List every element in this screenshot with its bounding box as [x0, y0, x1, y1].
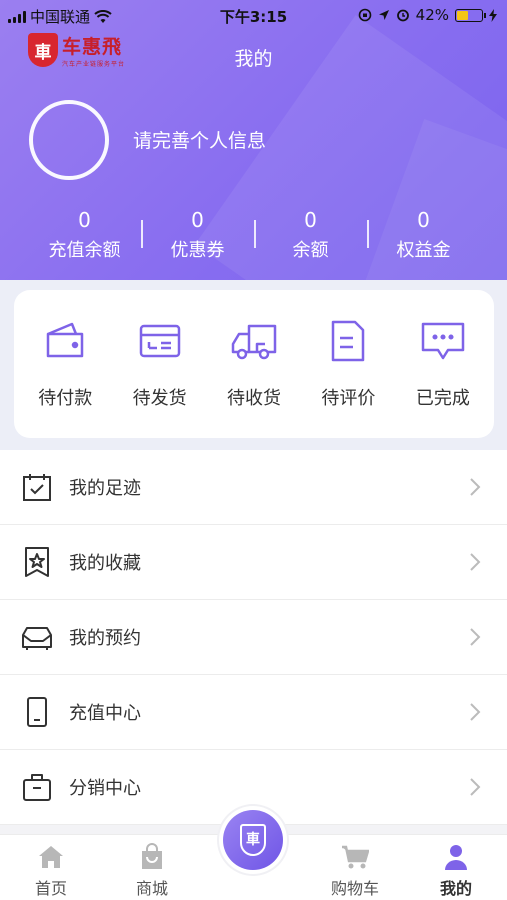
- stat-recharge-balance[interactable]: 0 充值余额: [28, 208, 141, 268]
- phone-icon: [27, 697, 47, 727]
- chevron-right-icon: [470, 478, 481, 496]
- order-completed[interactable]: 已完成: [396, 290, 490, 438]
- stat-label: 优惠券: [170, 240, 225, 261]
- tab-label: 我的: [439, 879, 472, 898]
- center-brand-button[interactable]: [219, 806, 287, 874]
- message-icon: [421, 322, 465, 360]
- stat-label: 权益金: [396, 240, 451, 261]
- order-label: 已完成: [415, 388, 470, 409]
- menu-label: 我的预约: [69, 628, 141, 649]
- tab-mall[interactable]: 商城: [112, 835, 192, 900]
- location-icon: [378, 10, 389, 20]
- menu-item-footprints[interactable]: 我的足迹: [0, 450, 507, 525]
- tab-label: 首页: [34, 879, 67, 898]
- stat-value: 0: [417, 208, 430, 232]
- order-label: 待收货: [227, 388, 282, 409]
- order-label: 待评价: [321, 388, 376, 409]
- menu-label: 充值中心: [69, 703, 141, 724]
- brand-shield-icon: [240, 824, 266, 856]
- alarm-icon: [396, 9, 409, 22]
- avatar[interactable]: [29, 100, 109, 180]
- menu-list: 我的足迹 我的收藏 我的预约 充值中心 分销中心: [0, 450, 507, 825]
- order-label: 待付款: [38, 388, 93, 409]
- stat-label: 充值余额: [48, 240, 121, 261]
- shopping-bag-icon: [142, 843, 162, 869]
- tab-label: 购物车: [330, 879, 379, 898]
- lock-rotation-icon: [358, 8, 371, 22]
- profile-header: 中国联通 下午3:15 42% 车惠飛 汽车产业链服务平台 我的 请完善个人信息…: [0, 0, 507, 280]
- menu-label: 我的收藏: [69, 553, 141, 574]
- battery-icon: [455, 8, 486, 22]
- tab-label: 商城: [135, 879, 168, 898]
- battery-percent: 42%: [415, 6, 449, 24]
- stat-label: 余额: [292, 240, 329, 261]
- account-stats: 0 充值余额 0 优惠券 0 余额 0 权益金: [28, 208, 480, 268]
- order-pending-payment[interactable]: 待付款: [18, 290, 112, 438]
- menu-item-recharge-center[interactable]: 充值中心: [0, 675, 507, 750]
- order-pending-shipment[interactable]: 待发货: [112, 290, 206, 438]
- menu-label: 我的足迹: [69, 478, 141, 499]
- chevron-right-icon: [470, 553, 481, 571]
- briefcase-icon: [23, 774, 51, 801]
- order-pending-review[interactable]: 待评价: [301, 290, 395, 438]
- chevron-right-icon: [470, 628, 481, 646]
- tab-cart[interactable]: 购物车: [315, 835, 395, 900]
- menu-label: 分销中心: [69, 778, 141, 799]
- car-icon: [22, 627, 52, 650]
- order-label: 待发货: [132, 388, 187, 409]
- user-icon: [445, 845, 467, 870]
- order-status-card: 待付款 待发货 待收货 待评价 已完成: [14, 290, 494, 438]
- menu-item-appointments[interactable]: 我的预约: [0, 600, 507, 675]
- stat-value: 0: [304, 208, 317, 232]
- tab-mine[interactable]: 我的: [416, 835, 496, 900]
- cart-icon: [342, 845, 369, 869]
- stat-coupons[interactable]: 0 优惠券: [141, 208, 254, 268]
- stat-balance[interactable]: 0 余额: [254, 208, 367, 268]
- complete-profile-link[interactable]: 请完善个人信息: [133, 126, 266, 153]
- stat-value: 0: [191, 208, 204, 232]
- stat-value: 0: [78, 208, 91, 232]
- chevron-right-icon: [470, 778, 481, 796]
- document-icon: [332, 320, 365, 362]
- order-pending-receipt[interactable]: 待收货: [207, 290, 301, 438]
- charging-icon: [489, 8, 497, 22]
- stat-equity[interactable]: 0 权益金: [367, 208, 480, 268]
- star-bookmark-icon: [25, 547, 49, 577]
- wallet-icon: [46, 322, 84, 358]
- calendar-check-icon: [23, 474, 51, 501]
- home-icon: [39, 846, 63, 868]
- menu-item-favorites[interactable]: 我的收藏: [0, 525, 507, 600]
- status-bar: 中国联通 下午3:15 42%: [0, 0, 507, 30]
- tab-home[interactable]: 首页: [11, 835, 91, 900]
- page-title: 我的: [234, 48, 273, 70]
- chevron-right-icon: [470, 703, 481, 721]
- card-icon: [139, 324, 180, 358]
- truck-icon: [231, 324, 277, 360]
